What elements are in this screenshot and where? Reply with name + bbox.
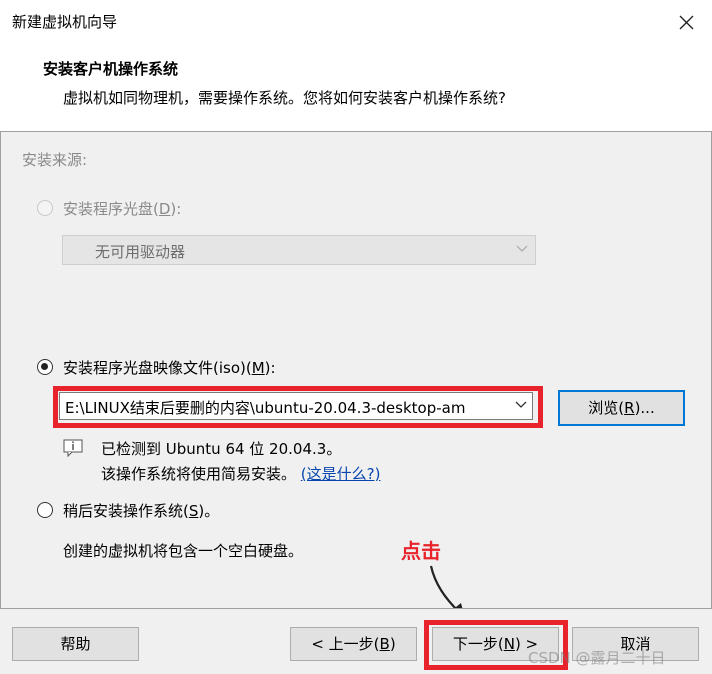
easy-install-text: 该操作系统将使用简易安装。 bbox=[101, 465, 297, 483]
window-title: 新建虚拟机向导 bbox=[12, 13, 118, 31]
iso-path-combobox[interactable]: E:\LINUX结束后要删的内容\ubuntu-20.04.3-desktop-… bbox=[59, 392, 533, 420]
page-description: 虚拟机如同物理机，需要操作系统。您将如何安装客户机操作系统? bbox=[63, 89, 506, 107]
disc-drive-value: 无可用驱动器 bbox=[95, 243, 186, 261]
chevron-down-icon bbox=[515, 401, 527, 408]
close-icon bbox=[679, 15, 694, 30]
iso-option-label: 安装程序光盘映像文件(iso)(M): bbox=[63, 359, 276, 377]
wizard-footer: 帮助 < 上一步(B) 下一步(N) > 取消 CSDN @露月二十日 bbox=[0, 608, 712, 674]
page-title: 安装客户机操作系统 bbox=[43, 60, 179, 78]
watermark-text: CSDN @露月二十日 bbox=[528, 649, 666, 667]
later-install-radio[interactable] bbox=[37, 502, 53, 518]
wizard-content: 安装来源: 安装程序光盘(D): 无可用驱动器 安装程序光盘映像文件(iso)(… bbox=[0, 132, 712, 618]
chevron-down-icon bbox=[516, 245, 528, 252]
disc-option-label: 安装程序光盘(D): bbox=[63, 200, 182, 218]
blank-disk-info: 创建的虚拟机将包含一个空白硬盘。 bbox=[63, 542, 304, 560]
iso-radio[interactable] bbox=[37, 359, 53, 375]
click-annotation: 点击 bbox=[401, 539, 441, 563]
iso-path-value: E:\LINUX结束后要删的内容\ubuntu-20.04.3-desktop-… bbox=[65, 399, 466, 417]
install-source-label: 安装来源: bbox=[22, 151, 88, 169]
disc-drive-select[interactable]: 无可用驱动器 bbox=[62, 235, 536, 265]
detected-os-text: 已检测到 Ubuntu 64 位 20.04.3。 bbox=[101, 440, 342, 458]
later-install-label: 稍后安装操作系统(S)。 bbox=[63, 502, 220, 520]
info-icon bbox=[63, 439, 83, 457]
back-button[interactable]: < 上一步(B) bbox=[290, 627, 417, 661]
help-button[interactable]: 帮助 bbox=[12, 627, 139, 661]
easy-install-info: 该操作系统将使用简易安装。 (这是什么?) bbox=[101, 463, 380, 484]
disc-radio[interactable] bbox=[37, 200, 53, 216]
what-is-this-link[interactable]: (这是什么?) bbox=[301, 465, 381, 483]
window-title-bar: 新建虚拟机向导 bbox=[0, 0, 712, 43]
wizard-header: 安装客户机操作系统 虚拟机如同物理机，需要操作系统。您将如何安装客户机操作系统? bbox=[0, 43, 712, 132]
browse-button[interactable]: 浏览(R)... bbox=[558, 390, 685, 426]
close-button[interactable] bbox=[662, 4, 710, 40]
